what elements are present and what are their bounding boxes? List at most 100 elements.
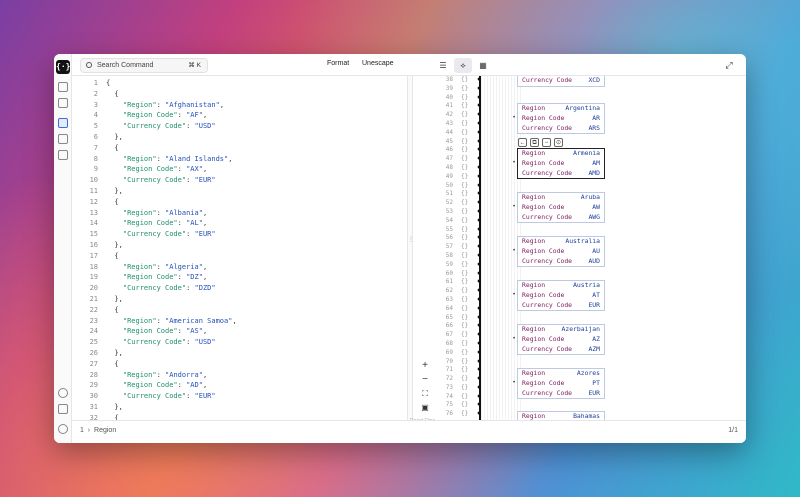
graph-node[interactable]: Region Austria Region Code AT Currency Code E… xyxy=(517,280,605,312)
code-line[interactable]: "Region": "Aland Islands", xyxy=(106,154,237,165)
code-line[interactable]: { xyxy=(106,413,237,420)
graph-dot: ● xyxy=(477,339,482,347)
graph-dot: ● xyxy=(477,225,482,233)
code-line[interactable]: "Currency Code": "DZD" xyxy=(106,283,237,294)
settings-icon[interactable] xyxy=(58,424,68,434)
node-value: XCD xyxy=(588,76,600,84)
node-key: Currency Code xyxy=(522,344,573,353)
graph-line-number: 75 xyxy=(445,401,453,409)
line-number: 11 xyxy=(89,186,98,195)
line-number: 30 xyxy=(89,392,98,401)
graph-dot: ● xyxy=(477,172,482,180)
graph-node[interactable]: Region Aruba Region Code AW Currency Code AWG xyxy=(517,192,605,224)
code-line[interactable]: }, xyxy=(106,186,237,197)
edge-handle: • xyxy=(513,336,516,342)
code-line[interactable]: "Region Code": "AL", xyxy=(106,218,237,229)
code-line[interactable]: }, xyxy=(106,348,237,359)
link-icon[interactable] xyxy=(58,134,68,144)
unescape-button[interactable]: Unescape xyxy=(362,60,394,67)
code-line[interactable]: "Region Code": "AD", xyxy=(106,380,237,391)
graph-brace: {} xyxy=(461,84,469,92)
lock-icon[interactable]: ▣ xyxy=(419,402,431,414)
graph-dot: ● xyxy=(477,128,482,136)
node-key: Region Code xyxy=(522,378,565,387)
graph-dot: ● xyxy=(477,295,482,303)
edge-handle: • xyxy=(513,292,516,298)
graph-line-number: 46 xyxy=(445,146,453,154)
graph-brace: {} xyxy=(461,304,469,312)
code-line[interactable]: }, xyxy=(106,402,237,413)
format-button[interactable]: Format xyxy=(327,60,349,67)
search-command-input[interactable]: Search Command ⌘ K xyxy=(80,58,208,73)
graph-view-icon[interactable]: ⟡ xyxy=(454,58,472,73)
code-line[interactable]: { xyxy=(106,251,237,262)
code-line[interactable]: }, xyxy=(106,240,237,251)
node-toolbar: ← ⧉ − ⊙ xyxy=(518,138,563,148)
code-line[interactable]: "Region": "Albania", xyxy=(106,208,237,219)
code-line[interactable]: "Region Code": "AS", xyxy=(106,326,237,337)
code-line[interactable]: "Region": "Andorra", xyxy=(106,370,237,381)
zoom-out-icon[interactable]: − xyxy=(419,374,431,386)
graph-brace: {} xyxy=(461,331,469,339)
code-line[interactable]: { xyxy=(106,78,237,89)
download-icon[interactable] xyxy=(58,98,68,108)
graph-dot: ● xyxy=(477,84,482,92)
code-line[interactable]: "Currency Code": "USD" xyxy=(106,121,237,132)
node-value: Aruba xyxy=(580,193,600,201)
code-line[interactable]: "Currency Code": "EUR" xyxy=(106,391,237,402)
code-line[interactable]: "Region Code": "AX", xyxy=(106,164,237,175)
line-number: 6 xyxy=(93,132,98,141)
copy-icon[interactable]: ⧉ xyxy=(530,138,539,147)
graph-dot: ● xyxy=(477,155,482,163)
graph-brace: {} xyxy=(461,366,469,374)
new-file-icon[interactable] xyxy=(58,82,68,92)
code-line[interactable]: { xyxy=(106,197,237,208)
graph-brace: {} xyxy=(461,225,469,233)
graph-node[interactable]: Region Azerbaijan Region Code AZ Currency Co… xyxy=(517,324,605,356)
code-line[interactable]: { xyxy=(106,305,237,316)
code-area[interactable]: { { "Region": "Afghanistan", "Region Cod… xyxy=(106,76,237,420)
graph-dot: ● xyxy=(477,181,482,189)
graph-node[interactable]: Region Argentina Region Code AR Currency Cod… xyxy=(517,103,605,135)
code-line[interactable]: "Region": "Algeria", xyxy=(106,262,237,273)
code-line[interactable]: { xyxy=(106,143,237,154)
line-number: 32 xyxy=(89,413,98,420)
focus-icon[interactable]: ⊙ xyxy=(554,138,563,147)
code-line[interactable]: { xyxy=(106,89,237,100)
graph-node[interactable]: Region Azores Region Code PT Currency Code EU… xyxy=(517,368,605,400)
code-line[interactable]: }, xyxy=(106,294,237,305)
back-icon[interactable]: ← xyxy=(518,138,527,147)
graph-brace: {} xyxy=(461,207,469,215)
graph-line-number: 47 xyxy=(445,155,453,163)
graph-line-number: 57 xyxy=(445,243,453,251)
code-line[interactable]: { xyxy=(106,359,237,370)
graph-brace: {} xyxy=(461,339,469,347)
code-line[interactable]: }, xyxy=(106,132,237,143)
code-line[interactable]: "Currency Code": "EUR" xyxy=(106,175,237,186)
tree-icon[interactable] xyxy=(58,150,68,160)
code-line[interactable]: "Region Code": "DZ", xyxy=(106,272,237,283)
help-icon[interactable] xyxy=(58,388,68,398)
code-line[interactable]: "Currency Code": "EUR" xyxy=(106,229,237,240)
node-value: ARS xyxy=(588,123,600,132)
collapse-icon[interactable]: − xyxy=(542,138,551,147)
graph-node-partial[interactable]: Currency Code XCD xyxy=(517,76,605,87)
code-line[interactable]: "Region Code": "AF", xyxy=(106,110,237,121)
json-view-icon[interactable] xyxy=(58,118,68,128)
code-line[interactable]: "Currency Code": "USD" xyxy=(106,337,237,348)
zoom-in-icon[interactable]: + xyxy=(419,360,431,372)
graph-line-number: 43 xyxy=(445,119,453,127)
code-line[interactable]: "Region": "Afghanistan", xyxy=(106,100,237,111)
stats-icon[interactable] xyxy=(58,404,68,414)
node-row: Currency Code AWG xyxy=(518,213,604,223)
fullscreen-icon[interactable]: ⤢ xyxy=(722,58,736,72)
line-number: 10 xyxy=(89,176,98,185)
json-editor[interactable]: 1 2 3 4 5 6 7 8 9 10 11 12 13 14 15 16 17 18 19 20 21 22 23 24 2… xyxy=(72,76,407,420)
code-line[interactable]: "Region": "American Samoa", xyxy=(106,316,237,327)
search-icon xyxy=(86,62,92,68)
fit-view-icon[interactable]: ⛶ xyxy=(419,388,431,400)
graph-line-number: 63 xyxy=(445,295,453,303)
text-view-icon[interactable]: ☰ xyxy=(434,58,452,73)
graph-node[interactable]: Region Australia Region Code AU Currency Cod… xyxy=(517,236,605,268)
table-view-icon[interactable]: ▦ xyxy=(474,58,492,73)
